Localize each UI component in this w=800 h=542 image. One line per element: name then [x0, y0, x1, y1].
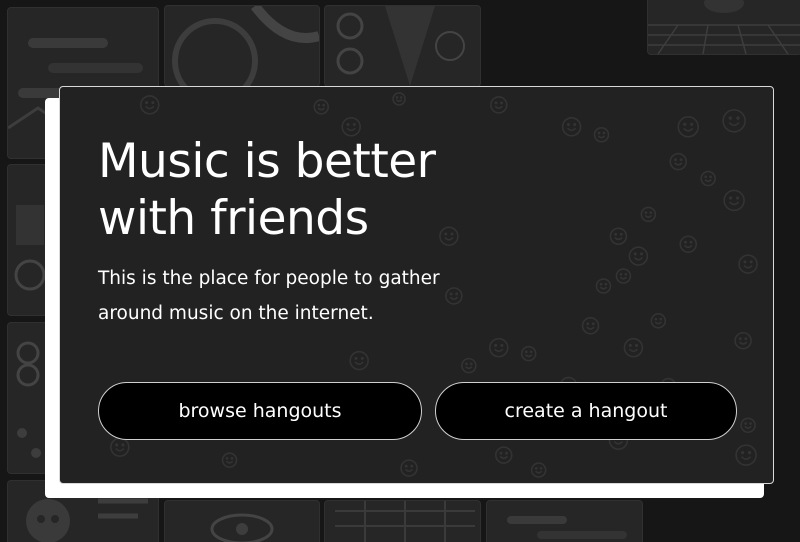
smiley-face-icon	[640, 206, 657, 223]
smiley-face-icon	[740, 417, 756, 434]
smiley-face-icon	[488, 337, 509, 358]
smiley-face-icon	[650, 313, 667, 329]
hangout-artwork-tile[interactable]	[324, 500, 481, 542]
hero-card: Music is better with friends This is the…	[59, 86, 774, 484]
smiley-face-icon	[595, 278, 612, 294]
hero-description-line1: This is the place for people to gather	[98, 268, 440, 289]
smiley-face-icon	[735, 444, 757, 466]
hero-headline: Music is better with friends	[98, 133, 518, 247]
smiley-face-icon	[110, 437, 130, 457]
smiley-face-icon	[700, 170, 716, 187]
smiley-face-icon	[679, 235, 698, 253]
smiley-face-icon	[461, 357, 477, 374]
smiley-face-icon	[722, 109, 746, 133]
hangout-artwork-tile[interactable]	[164, 500, 320, 542]
page: Music is better with friends This is the…	[0, 0, 800, 542]
smiley-face-icon	[669, 152, 688, 171]
hangout-artwork-tile[interactable]	[7, 164, 49, 316]
hero-description-line2: around music on the internet.	[98, 303, 374, 324]
hero-description: This is the place for people to gather a…	[98, 261, 518, 331]
smiley-face-icon	[139, 95, 160, 115]
smiley-face-icon	[313, 99, 330, 115]
browse-hangouts-button[interactable]: browse hangouts	[98, 382, 422, 440]
smiley-face-icon	[561, 117, 582, 137]
smiley-face-icon	[581, 317, 600, 335]
create-hangout-button[interactable]: create a hangout	[435, 382, 737, 440]
smiley-face-icon	[400, 459, 418, 477]
smiley-face-icon	[221, 452, 238, 468]
hero-headline-line1: Music is better	[98, 134, 436, 189]
hangout-artwork-tile[interactable]	[647, 0, 800, 55]
smiley-face-icon	[392, 92, 406, 106]
hangout-artwork-tile[interactable]	[164, 5, 320, 87]
smiley-face-icon	[738, 254, 758, 274]
smiley-face-icon	[489, 96, 508, 114]
smiley-face-icon	[677, 116, 700, 138]
hangout-artwork-tile[interactable]	[324, 5, 481, 87]
smiley-face-icon	[723, 189, 745, 212]
smiley-face-icon	[623, 337, 644, 358]
hero-headline-line2: with friends	[98, 191, 369, 246]
smiley-face-icon	[628, 246, 649, 266]
smiley-face-icon	[734, 331, 752, 350]
smiley-face-icon	[615, 268, 632, 284]
smiley-face-icon	[494, 446, 513, 464]
hangout-artwork-tile[interactable]	[7, 322, 49, 474]
smiley-face-icon	[349, 350, 369, 371]
hangout-artwork-tile[interactable]	[486, 500, 643, 542]
smiley-face-icon	[593, 126, 610, 143]
smiley-face-icon	[609, 227, 628, 246]
smiley-face-icon	[520, 345, 537, 362]
smiley-face-icon	[530, 462, 547, 478]
